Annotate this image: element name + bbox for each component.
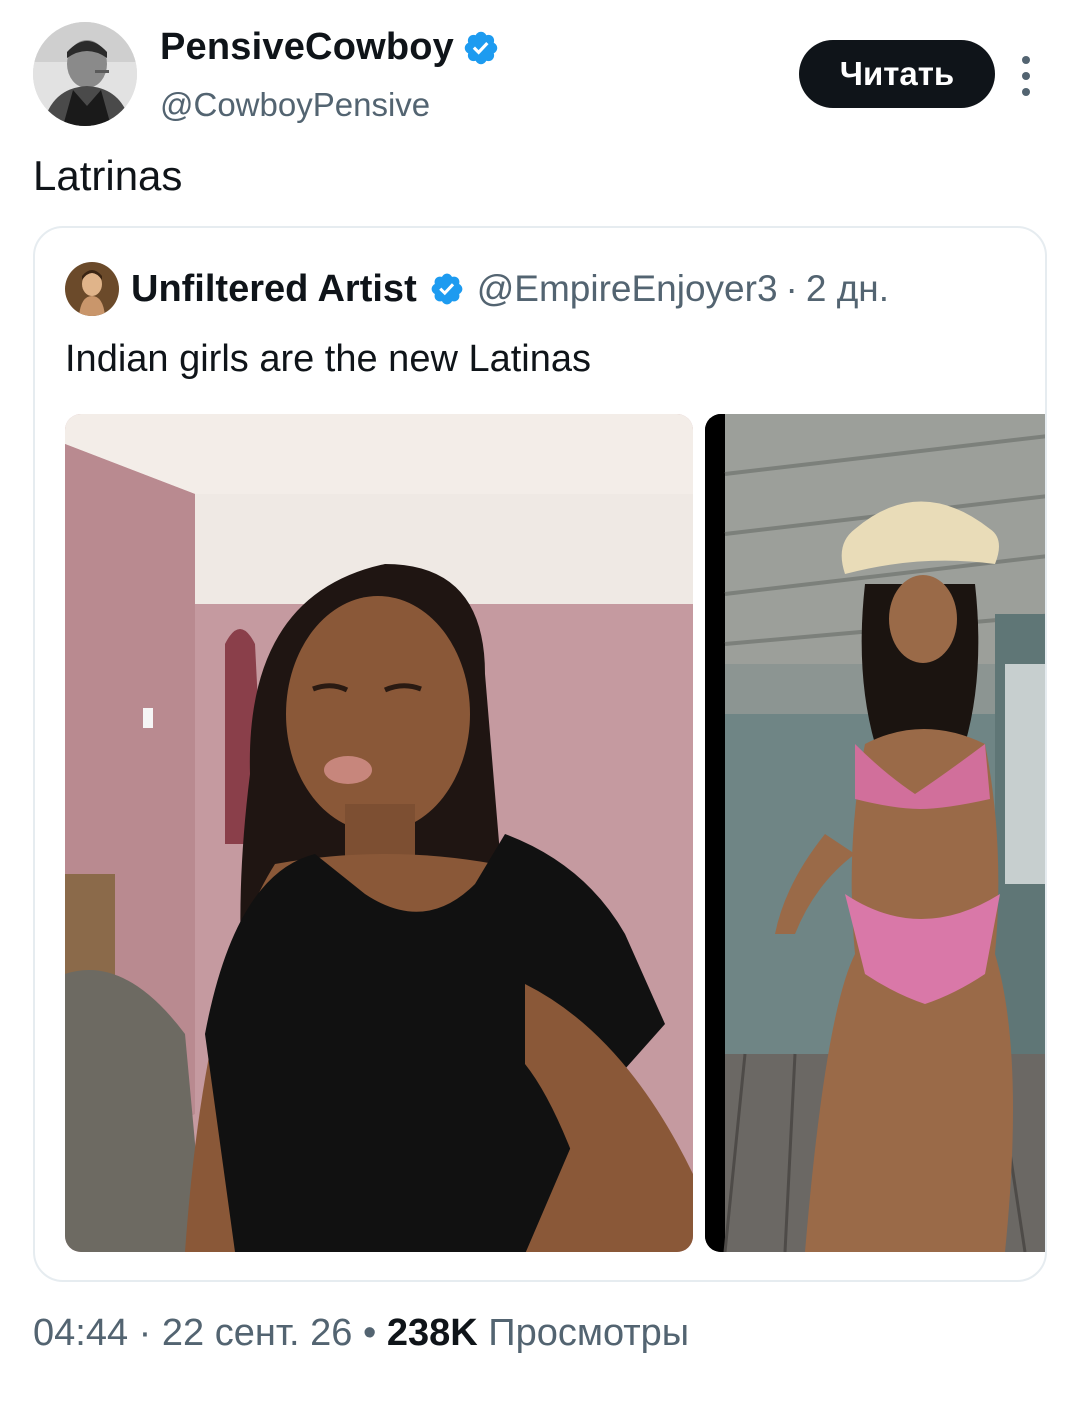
quoted-author-handle[interactable]: @EmpireEnjoyer3 <box>477 268 778 310</box>
tweet-footer: 04:44 · 22 сент. 26 • 238K Просмотры <box>33 1312 689 1355</box>
quoted-tweet-header: Unfiltered Artist @EmpireEnjoyer3 · 2 дн… <box>131 262 889 316</box>
verified-badge-icon <box>464 31 498 64</box>
views-label: Просмотры <box>488 1312 690 1354</box>
media-photo-2[interactable] <box>705 414 1045 1252</box>
tweet-header: PensiveCowboy @CowboyPensive Читать <box>0 0 1080 140</box>
verified-badge-icon <box>431 273 463 305</box>
author-avatar[interactable] <box>33 22 137 126</box>
media-photo-1[interactable] <box>65 414 693 1252</box>
quoted-tweet-text: Indian girls are the new Latinas <box>65 338 591 380</box>
footer-separator: • <box>362 1312 377 1354</box>
dot <box>1022 56 1030 64</box>
tweet-date[interactable]: 22 сент. 26 <box>162 1312 353 1354</box>
follow-button[interactable]: Читать <box>799 40 995 108</box>
media-gallery <box>65 414 1045 1252</box>
views-count: 238K <box>386 1312 478 1354</box>
author-name-text: PensiveCowboy <box>160 26 455 68</box>
painting-avatar-icon <box>65 262 119 316</box>
avatar-portrait-icon <box>33 22 137 126</box>
photo-2-icon <box>705 414 1045 1252</box>
quoted-tweet-card[interactable]: Unfiltered Artist @EmpireEnjoyer3 · 2 дн… <box>33 226 1047 1282</box>
quoted-tweet-age: 2 дн. <box>805 268 890 309</box>
dot <box>1022 72 1030 80</box>
meta-separator: · <box>785 268 798 309</box>
tweet-text: Latrinas <box>33 152 183 199</box>
dot <box>1022 88 1030 96</box>
more-options-icon[interactable] <box>1016 56 1036 96</box>
tweet-time[interactable]: 04:44 <box>33 1312 128 1354</box>
author-display-name[interactable]: PensiveCowboy <box>160 26 500 69</box>
author-handle[interactable]: @CowboyPensive <box>160 86 430 124</box>
quoted-author-avatar[interactable] <box>65 262 119 316</box>
footer-separator: · <box>138 1312 152 1354</box>
photo-1-icon <box>65 414 693 1252</box>
quoted-author-name[interactable]: Unfiltered Artist <box>131 268 417 311</box>
